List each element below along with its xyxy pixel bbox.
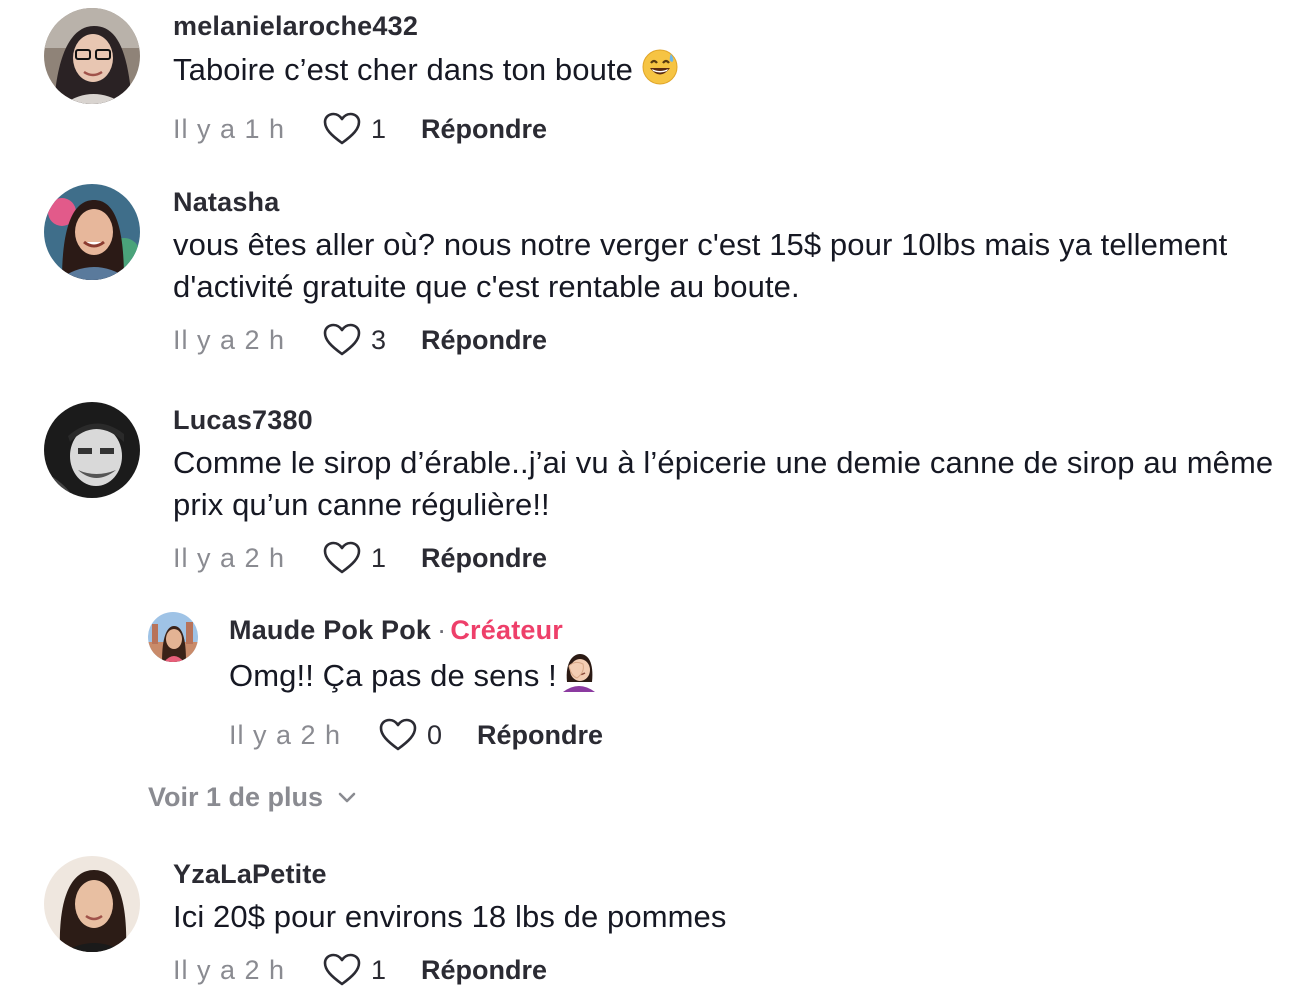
chevron-down-icon — [338, 792, 356, 802]
see-more-label: Voir 1 de plus — [148, 782, 324, 812]
avatar[interactable] — [44, 856, 140, 952]
like-count: 1 — [371, 954, 387, 985]
like-count: 1 — [371, 113, 387, 144]
woman-facepalming-emoji-icon — [559, 652, 599, 703]
reply-button[interactable]: Répondre — [421, 325, 547, 356]
comment-timestamp: Il y a 2 h — [173, 954, 286, 985]
like-button[interactable]: 1 — [323, 541, 417, 575]
reply-button[interactable]: Répondre — [421, 543, 547, 574]
comment-username[interactable]: Maude Pok Pok · Créateur — [229, 614, 1296, 646]
reply-button[interactable]: Répondre — [421, 955, 547, 986]
comment-text-content: Omg!! Ça pas de sens ! — [229, 658, 557, 693]
comment-text: Omg!! Ça pas de sens ! — [229, 652, 1296, 703]
like-button[interactable]: 1 — [323, 953, 417, 987]
heart-icon — [379, 718, 417, 751]
heart-icon — [323, 541, 361, 574]
like-button[interactable]: 1 — [323, 112, 417, 146]
comment-timestamp: Il y a 1 h — [173, 113, 286, 144]
avatar[interactable] — [44, 184, 140, 280]
heart-icon — [323, 112, 361, 145]
avatar[interactable] — [44, 402, 140, 498]
like-count: 0 — [427, 719, 443, 750]
comment-text: Comme le sirop d’érable..j’ai vu à l’épi… — [173, 445, 1274, 522]
heart-icon — [323, 323, 361, 356]
comment-text-content: Taboire c’est cher dans ton boute — [173, 52, 633, 87]
comment-text: Taboire c’est cher dans ton boute — [173, 48, 1296, 97]
separator-dot: · — [437, 615, 447, 645]
comment-timestamp: Il y a 2 h — [173, 542, 286, 573]
comment-username[interactable]: Lucas7380 — [173, 404, 1296, 436]
comment-username[interactable]: Natasha — [173, 186, 1296, 218]
comment-text: Ici 20$ pour environs 18 lbs de pommes — [173, 899, 727, 934]
like-button[interactable]: 3 — [323, 323, 417, 357]
comment-username[interactable]: YzaLaPetite — [173, 858, 1296, 890]
like-button[interactable]: 0 — [379, 718, 473, 752]
like-count: 1 — [371, 542, 387, 573]
creator-name[interactable]: Maude Pok Pok — [229, 615, 431, 645]
creator-badge: Créateur — [450, 615, 564, 645]
comment-timestamp: Il y a 2 h — [173, 324, 286, 355]
avatar[interactable] — [148, 612, 198, 662]
heart-icon — [323, 953, 361, 986]
comment-text: vous êtes aller où? nous notre verger c'… — [173, 227, 1228, 304]
comment-username[interactable]: melanielaroche432 — [173, 10, 1296, 42]
sweat-smile-emoji-icon — [641, 48, 679, 97]
avatar[interactable] — [44, 8, 140, 104]
comment-timestamp: Il y a 2 h — [229, 719, 342, 750]
reply-button[interactable]: Répondre — [421, 114, 547, 145]
reply-button[interactable]: Répondre — [477, 720, 603, 751]
see-more-replies-button[interactable]: Voir 1 de plus — [148, 782, 357, 813]
like-count: 3 — [371, 324, 387, 355]
